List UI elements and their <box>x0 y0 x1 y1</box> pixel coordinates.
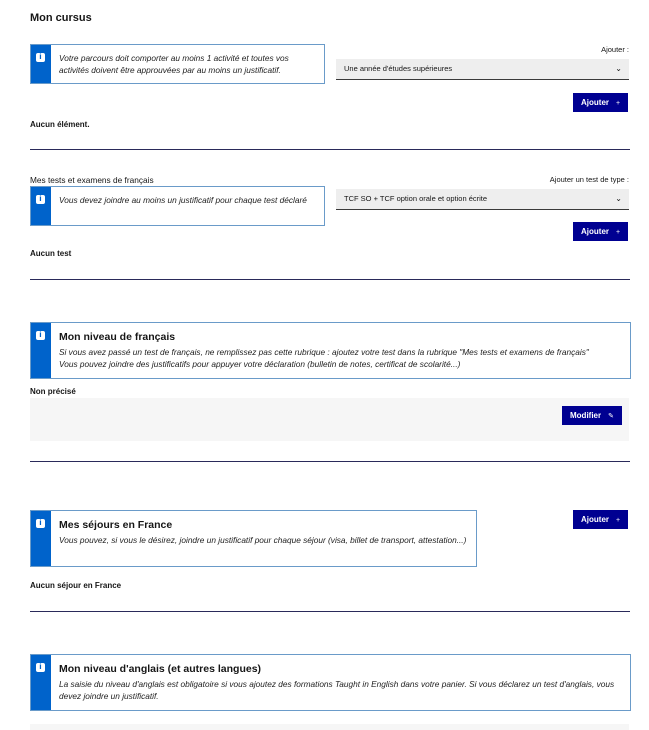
tests-info-box: i Vous devez joindre au moins un justifi… <box>30 186 325 226</box>
anglais-info-box: i Mon niveau d'anglais (et autres langue… <box>30 654 631 711</box>
niveau-panel <box>30 398 629 441</box>
cursus-empty-text: Aucun élément. <box>30 120 90 129</box>
cursus-add-button[interactable]: Ajouter + <box>573 93 629 112</box>
anglais-text: La saisie du niveau d'anglais est obliga… <box>59 679 615 701</box>
info-icon: i <box>36 53 45 62</box>
info-icon: i <box>36 663 45 672</box>
page-title: Mon cursus <box>30 12 92 24</box>
cursus-select-value: Une année d'études supérieures <box>344 64 453 73</box>
info-icon: i <box>36 519 45 528</box>
sejours-title: Mes séjours en France <box>59 519 173 531</box>
niveau-modify-label: Modifier <box>570 411 602 420</box>
tests-select-label: Ajouter un test de type : <box>549 175 629 184</box>
divider <box>30 279 630 280</box>
sejours-add-label: Ajouter <box>581 515 609 524</box>
chevron-down-icon: ⌄ <box>615 64 622 73</box>
info-icon: i <box>36 331 45 340</box>
info-icon: i <box>36 195 45 204</box>
niveau-status-label: Non précisé <box>30 387 76 396</box>
niveau-title: Mon niveau de français <box>59 331 176 343</box>
anglais-panel <box>30 724 629 730</box>
tests-add-button[interactable]: Ajouter + <box>573 222 629 241</box>
divider <box>30 461 630 462</box>
cursus-add-label: Ajouter <box>581 98 609 107</box>
tests-select-value: TCF SO + TCF option orale et option écri… <box>344 194 488 203</box>
niveau-line1: Si vous avez passé un test de français, … <box>59 347 589 357</box>
plus-icon: + <box>616 517 621 524</box>
sejours-text: Vous pouvez, si vous le désirez, joindre… <box>59 535 467 545</box>
cursus-select-label: Ajouter : <box>601 45 629 54</box>
plus-icon: + <box>616 229 621 236</box>
divider <box>30 611 630 612</box>
tests-add-label: Ajouter <box>581 227 609 236</box>
tests-info-text: Vous devez joindre au moins un justifica… <box>59 195 307 205</box>
niveau-line2: Vous pouvez joindre des justificatifs po… <box>59 359 461 369</box>
anglais-title: Mon niveau d'anglais (et autres langues) <box>59 663 262 675</box>
chevron-down-icon: ⌄ <box>615 194 622 203</box>
divider <box>30 149 630 150</box>
niveau-info-box: i Mon niveau de français Si vous avez pa… <box>30 322 631 379</box>
pencil-icon: ✎ <box>608 413 614 420</box>
sejours-add-button[interactable]: Ajouter + <box>573 510 629 529</box>
sejours-empty-text: Aucun séjour en France <box>30 581 122 590</box>
plus-icon: + <box>616 100 621 107</box>
cursus-info-box: i Votre parcours doit comporter au moins… <box>30 44 325 84</box>
cursus-type-select[interactable]: Une année d'études supérieures ⌄ <box>336 59 629 80</box>
tests-heading: Mes tests et examens de français <box>30 175 154 185</box>
tests-type-select[interactable]: TCF SO + TCF option orale et option écri… <box>336 189 629 210</box>
tests-empty-text: Aucun test <box>30 249 72 258</box>
niveau-modify-button[interactable]: Modifier ✎ <box>562 406 622 425</box>
sejours-info-box: i Mes séjours en France Vous pouvez, si … <box>30 510 477 567</box>
cursus-info-text: Votre parcours doit comporter au moins 1… <box>59 53 289 75</box>
